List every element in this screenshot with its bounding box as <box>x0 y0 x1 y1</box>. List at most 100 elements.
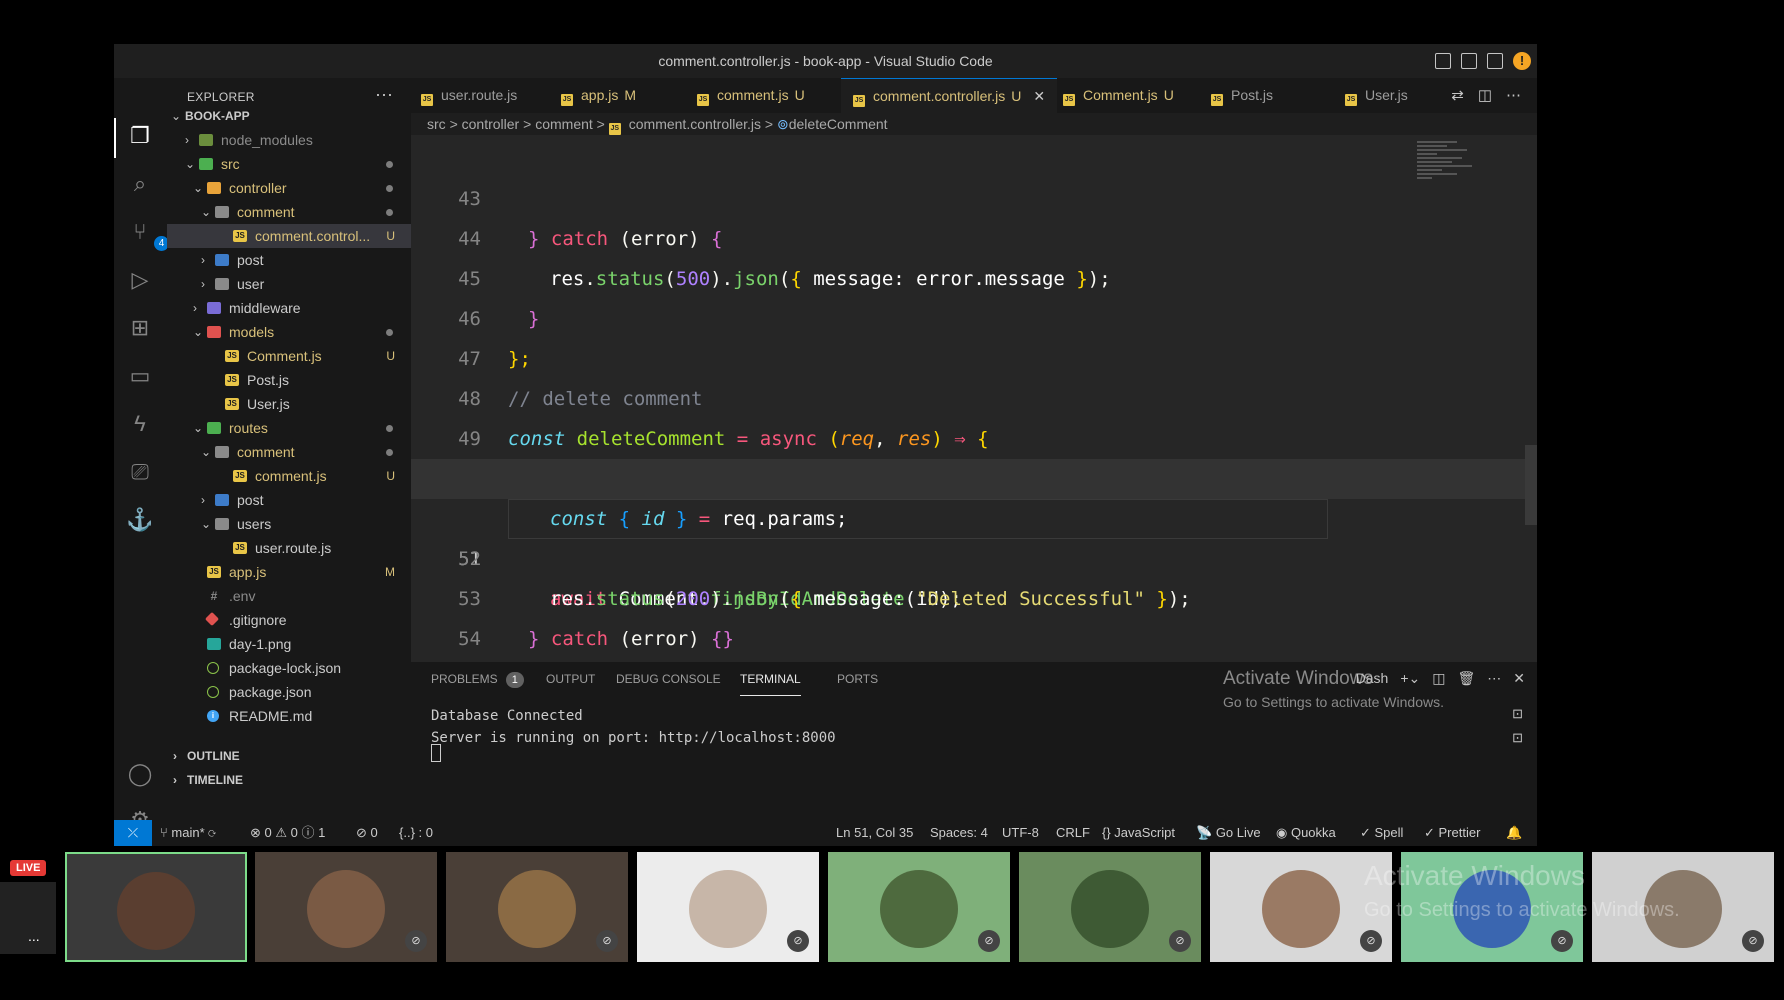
tab-comment-model[interactable]: JS Comment.js U <box>1063 78 1174 113</box>
breadcrumb-controller[interactable]: controller <box>462 116 520 132</box>
toggle-secondary-sidebar-icon[interactable] <box>1487 53 1503 69</box>
tree-item-env[interactable]: # .env <box>167 584 411 608</box>
tree-item-routes-users[interactable]: ⌄ users <box>167 512 411 536</box>
run-debug-icon[interactable]: ▷ <box>126 266 154 294</box>
search-icon[interactable]: ⌕ <box>126 170 154 198</box>
indentation[interactable]: Spaces: 4 <box>930 820 988 846</box>
terminal-instance-icon[interactable]: ⊡ <box>1512 730 1523 746</box>
tree-item-comment-folder[interactable]: ⌄ comment <box>167 200 411 224</box>
split-editor-icon[interactable]: ◫ <box>1478 78 1492 113</box>
tree-item-routes-comment[interactable]: ⌄ comment <box>167 440 411 464</box>
ports-indicator[interactable]: ⊘ 0 <box>356 820 378 846</box>
kill-terminal-icon[interactable]: 🗑 <box>1457 670 1475 687</box>
tree-item-comment-controller[interactable]: JS comment.control... U <box>167 224 411 248</box>
source-control-icon[interactable]: ⑂ 4 <box>126 218 169 251</box>
tree-item-comment-model[interactable]: JS Comment.js U <box>167 344 411 368</box>
tab-post-model[interactable]: JS Post.js <box>1211 78 1273 113</box>
code-editor[interactable]: 43 } catch (error) { 44 res.status(500).… <box>411 135 1537 662</box>
more-actions-icon[interactable]: ⋯ <box>1487 670 1501 687</box>
tab-close-icon[interactable]: ✕ <box>1033 88 1045 104</box>
tree-item-node-modules[interactable]: › node_modules <box>167 128 411 152</box>
tree-item-gitignore[interactable]: .gitignore <box>167 608 411 632</box>
breadcrumb-comment[interactable]: comment <box>535 116 593 132</box>
branch-indicator[interactable]: ⑂ main* ⟳ <box>160 820 216 846</box>
tree-item-package-lock[interactable]: package-lock.json <box>167 656 411 680</box>
new-terminal-icon[interactable]: +⌄ <box>1400 670 1420 687</box>
toggle-primary-sidebar-icon[interactable] <box>1435 53 1451 69</box>
tree-item-user[interactable]: › user <box>167 272 411 296</box>
javascript-file-icon: JS <box>608 123 621 135</box>
tree-item-user-route[interactable]: JS user.route.js <box>167 536 411 560</box>
tree-item-models[interactable]: ⌄ models <box>167 320 411 344</box>
participant-tile[interactable]: ⊘ <box>446 852 628 962</box>
minimap[interactable] <box>1417 139 1477 219</box>
participant-tile[interactable]: ⊘ <box>255 852 437 962</box>
cursor-position[interactable]: Ln 51, Col 35 <box>836 820 913 846</box>
extensions-icon[interactable]: ⊞ <box>126 314 154 342</box>
breadcrumb-symbol[interactable]: deleteComment <box>789 116 888 132</box>
participant-tile[interactable] <box>65 852 247 962</box>
tree-item-routes-post[interactable]: › post <box>167 488 411 512</box>
prettier-button[interactable]: ✓ Prettier <box>1424 820 1480 846</box>
tab-problems[interactable]: PROBLEMS 1 <box>431 662 524 696</box>
mic-muted-icon: ⊘ <box>1551 930 1573 952</box>
more-actions-icon[interactable]: ⋯ <box>1506 78 1521 113</box>
explorer-icon[interactable]: ❐ <box>126 122 154 150</box>
tree-item-routes[interactable]: ⌄ routes <box>167 416 411 440</box>
terminal-cursor[interactable] <box>431 744 441 762</box>
tab-terminal[interactable]: TERMINAL <box>740 662 801 696</box>
tab-comment-route[interactable]: JS comment.js U <box>697 78 805 113</box>
tree-item-post-model[interactable]: JS Post.js <box>167 368 411 392</box>
quokka-button[interactable]: ◉ Quokka <box>1276 820 1336 846</box>
lightning-icon[interactable]: ϟ <box>126 410 154 438</box>
split-terminal-icon[interactable]: ◫ <box>1432 670 1445 687</box>
editor-scrollbar[interactable] <box>1525 445 1537 525</box>
participant-tile[interactable]: ⊘ <box>1019 852 1201 962</box>
tree-item-middleware[interactable]: › middleware <box>167 296 411 320</box>
tab-user-route[interactable]: JS user.route.js <box>421 78 517 113</box>
breadcrumb-src[interactable]: src <box>427 116 446 132</box>
tree-item-controller[interactable]: ⌄ controller <box>167 176 411 200</box>
api-client-icon[interactable]: ⎚ <box>126 458 154 486</box>
participant-tile[interactable]: ⊘ <box>637 852 819 962</box>
breadcrumb-file[interactable]: comment.controller.js <box>629 116 761 132</box>
spell-button[interactable]: ✓ Spell <box>1360 820 1403 846</box>
timeline-section[interactable]: › TIMELINE <box>167 768 411 792</box>
project-root[interactable]: ⌄ BOOK-APP <box>167 104 411 128</box>
tab-comment-controller[interactable]: JS comment.controller.js U ✕ <box>841 78 1058 114</box>
tree-item-comment-route[interactable]: JS comment.js U <box>167 464 411 488</box>
anchor-icon[interactable]: ⚓ <box>126 506 154 534</box>
problems-indicator[interactable]: ⊗ 0 ⚠ 0 ⓘ 1 <box>250 820 325 846</box>
tree-item-day-1-png[interactable]: day-1.png <box>167 632 411 656</box>
tree-item-readme[interactable]: i README.md <box>167 704 411 728</box>
tree-item-user-model[interactable]: JS User.js <box>167 392 411 416</box>
tab-user-model[interactable]: JS User.js <box>1345 78 1408 113</box>
warning-icon[interactable]: ! <box>1513 52 1531 70</box>
line-ending[interactable]: CRLF <box>1056 820 1090 846</box>
account-icon[interactable]: ◯ <box>126 760 154 788</box>
language-mode[interactable]: {} JavaScript <box>1102 820 1175 846</box>
participant-tile[interactable]: ⊘ <box>828 852 1010 962</box>
tree-item-src[interactable]: ⌄ src <box>167 152 411 176</box>
terminal-instance-icon[interactable]: ⊡ <box>1512 706 1523 722</box>
compare-changes-icon[interactable]: ⇄ <box>1451 78 1464 113</box>
toggle-panel-icon[interactable] <box>1461 53 1477 69</box>
code-line: 48 const deleteComment = async (req, res… <box>411 339 1537 450</box>
outline-section[interactable]: › OUTLINE <box>167 744 411 768</box>
encoding[interactable]: UTF-8 <box>1002 820 1039 846</box>
remote-indicator-icon[interactable]: ⤫ <box>114 820 152 846</box>
tab-app-js[interactable]: JS app.js M <box>561 78 636 113</box>
tree-item-app-js[interactable]: JS app.js M <box>167 560 411 584</box>
notifications-bell-icon[interactable]: 🔔 <box>1506 820 1522 846</box>
explorer-more-icon[interactable]: ··· <box>375 84 393 105</box>
braces-indicator[interactable]: {..} : 0 <box>399 820 433 846</box>
tab-ports[interactable]: PORTS <box>837 662 878 696</box>
tab-output[interactable]: OUTPUT <box>546 662 595 696</box>
close-panel-icon[interactable]: ✕ <box>1513 670 1525 687</box>
go-live-button[interactable]: 📡 Go Live <box>1196 820 1261 846</box>
tree-item-post[interactable]: › post <box>167 248 411 272</box>
remote-explorer-icon[interactable]: ▭ <box>126 362 154 390</box>
tree-item-package-json[interactable]: package.json <box>167 680 411 704</box>
terminal-shell-label[interactable]: Dash <box>1356 670 1389 687</box>
tab-debug-console[interactable]: DEBUG CONSOLE <box>616 662 721 696</box>
